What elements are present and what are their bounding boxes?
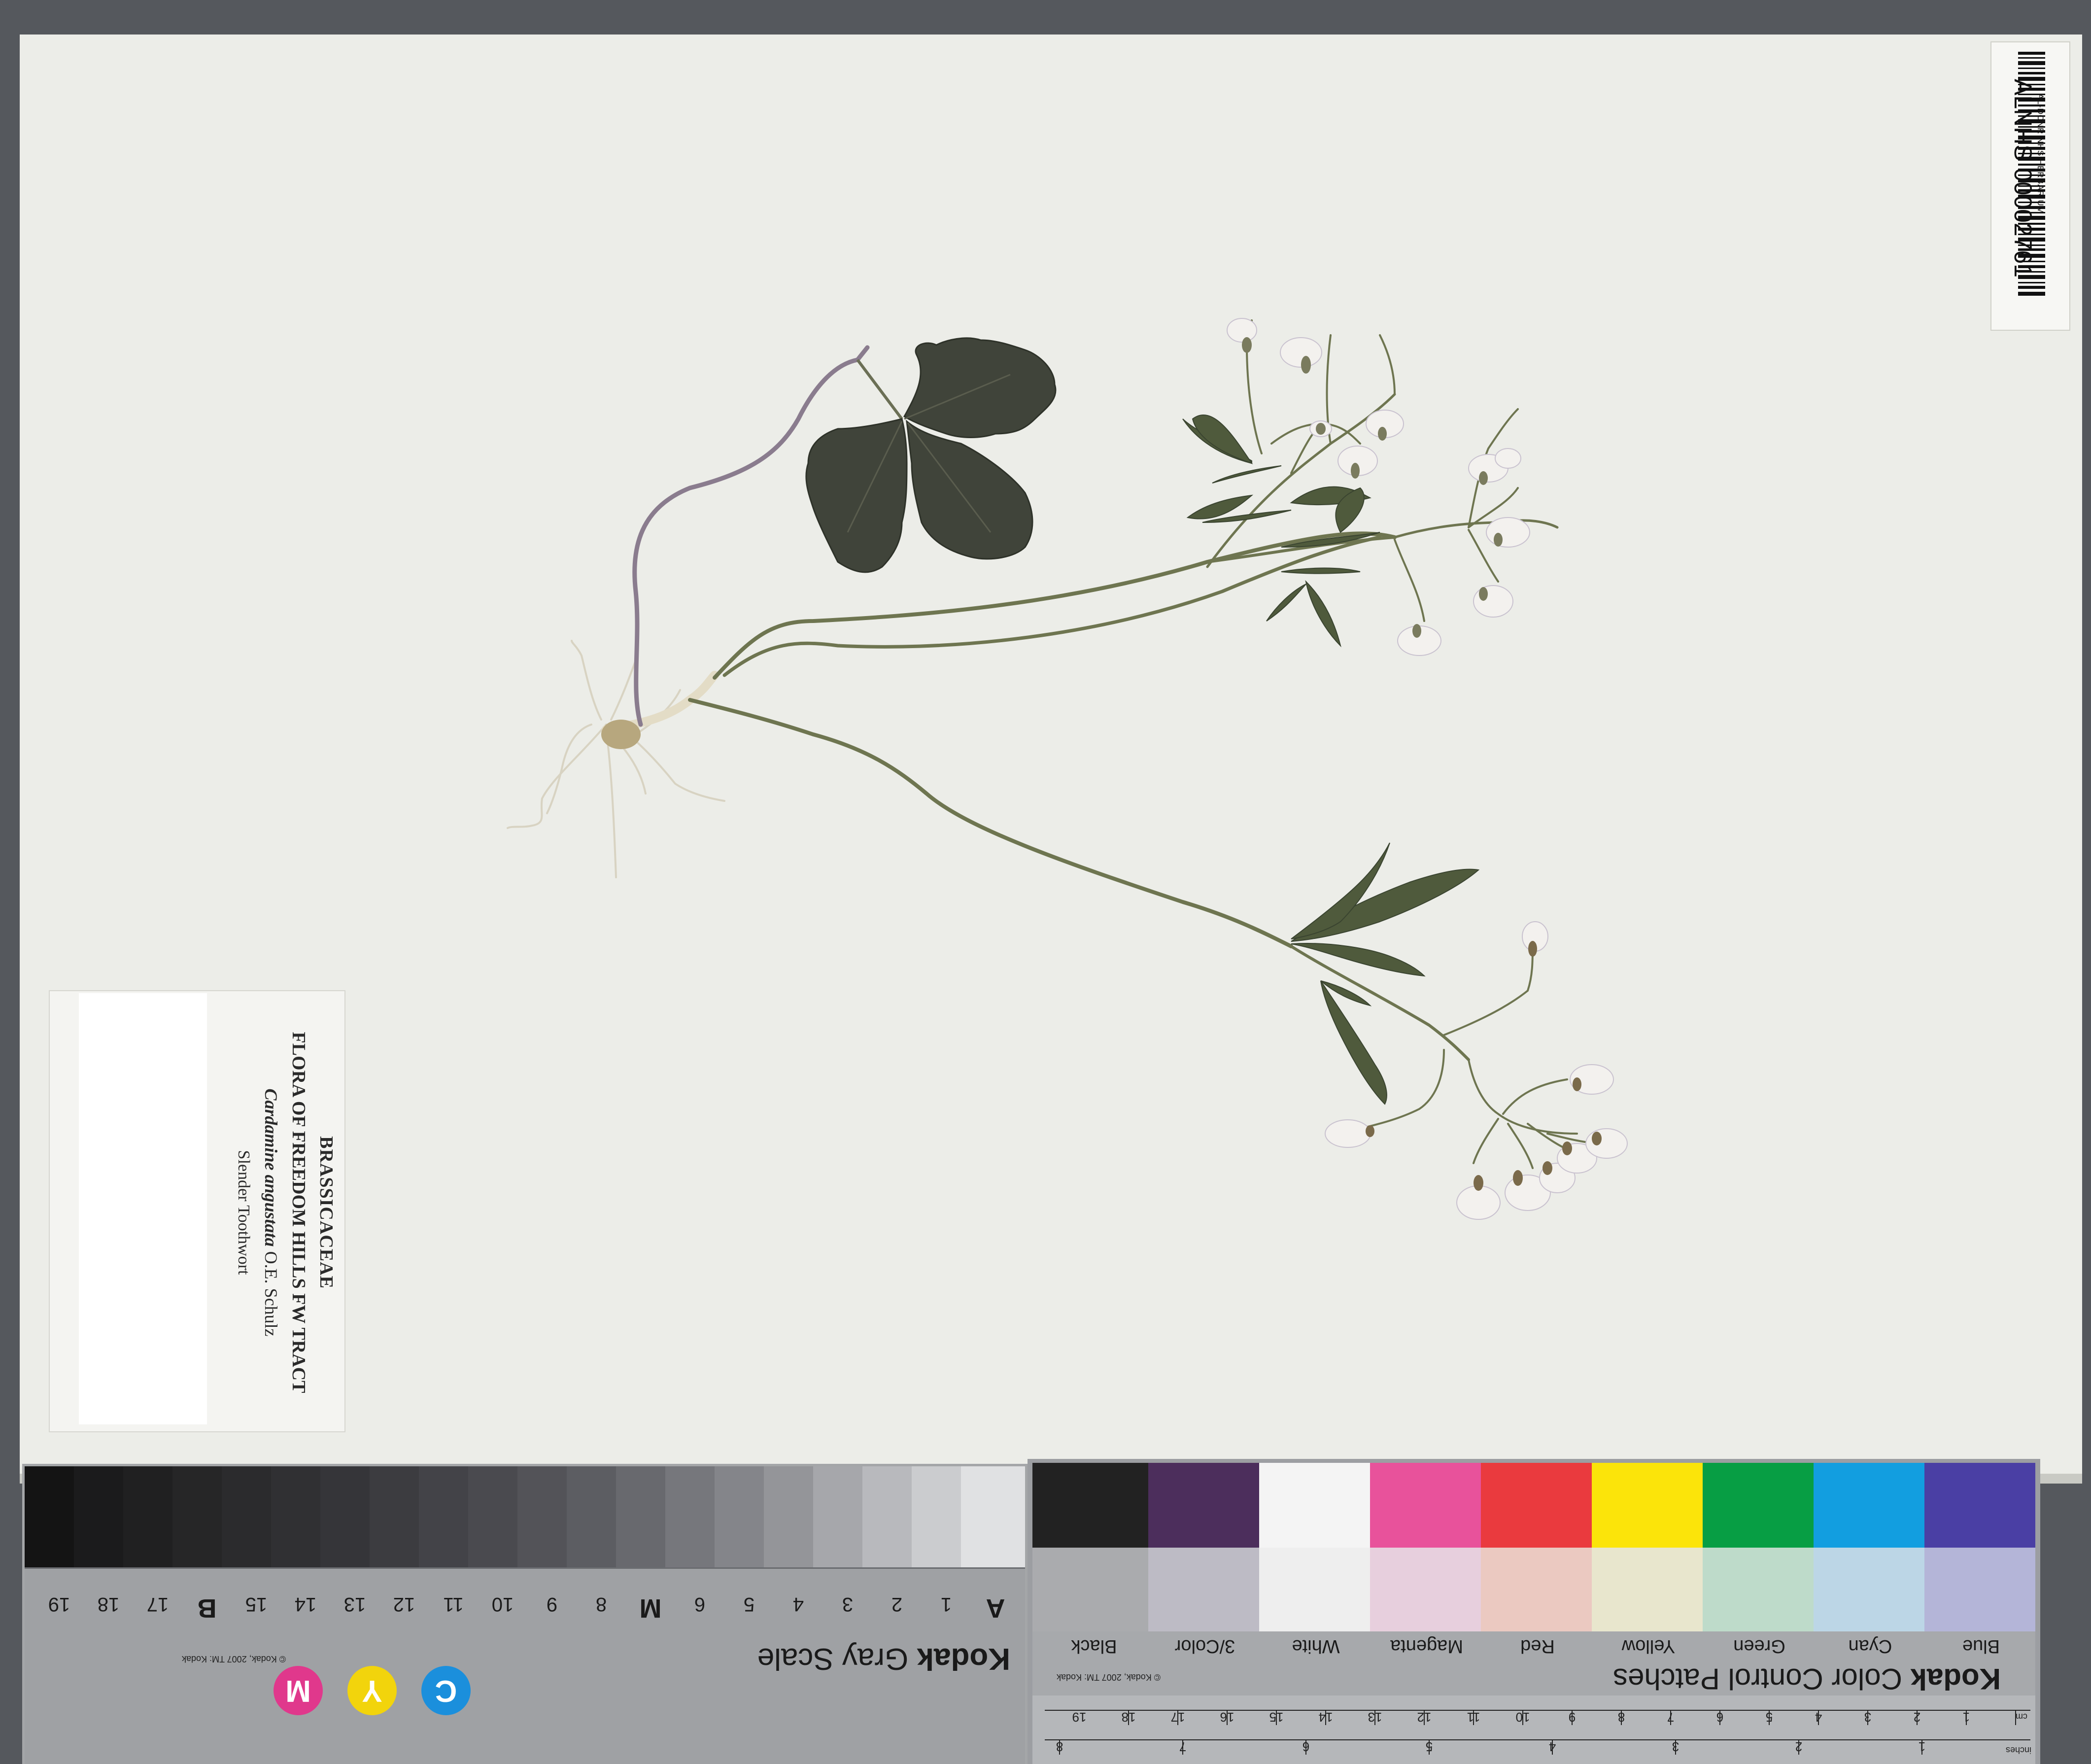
redacted-label-area (79, 993, 207, 1424)
color-patches-title: Kodak Color Control Patches (1557, 1662, 2001, 1696)
gray-scale-title: Kodak Gray Scale (715, 1641, 1010, 1676)
specimen-scene (0, 0, 2091, 1764)
ruler-cm-label: 17 (1170, 1710, 1185, 1725)
ruler-cm-label: 9 (1568, 1710, 1576, 1725)
ruler-inch-label: 7 (1179, 1739, 1187, 1754)
gray-step-label: 11 (443, 1593, 464, 1615)
gray-step-label: 3 (842, 1593, 854, 1615)
gray-step-label: 12 (393, 1593, 415, 1615)
ruler-inch-label: 8 (1056, 1739, 1063, 1754)
taxon-name: Cardamine angustata (261, 1088, 281, 1247)
patch-label: 3/Color (1174, 1636, 1235, 1657)
ruler-cm-label: 4 (1815, 1710, 1822, 1725)
ruler-cm-label: 2 (1913, 1710, 1921, 1725)
patch-label: White (1292, 1636, 1340, 1657)
ruler-inch-label: 3 (1672, 1739, 1680, 1754)
ruler-cm-label: 18 (1121, 1710, 1136, 1725)
specimen-label: BRASSICACEAE FLORA OF FREEDOM HILLS FW T… (230, 1001, 340, 1424)
color-patches (1032, 1463, 2035, 1631)
gray-step-label: 13 (343, 1593, 366, 1615)
ruler-cm-label: 10 (1515, 1710, 1530, 1725)
ruler-inch-label: 4 (1548, 1739, 1556, 1754)
gray-step-label: 5 (743, 1593, 755, 1615)
taxon-line: Cardamine angustata O.E. Schulz (257, 1001, 285, 1424)
ruler-cm-label: 15 (1269, 1710, 1284, 1725)
gray-step-label: 19 (48, 1593, 70, 1615)
gray-scale-title-text: Gray Scale (757, 1642, 909, 1676)
patch-label: Red (1520, 1636, 1555, 1657)
yellow-target-icon: Y (347, 1666, 397, 1715)
gray-step-label: M (639, 1593, 662, 1623)
gray-step-label: 8 (595, 1593, 607, 1615)
ruler-cm-label: 1 (1962, 1710, 1970, 1725)
patch-label: Yellow (1621, 1636, 1676, 1657)
gray-step-label: B (197, 1593, 217, 1623)
ruler-unit-cm: cm (2016, 1712, 2027, 1722)
ruler-inch-label: 1 (1918, 1739, 1926, 1754)
gray-scale-copyright: © Kodak, 2007 TM: Kodak (181, 1654, 286, 1664)
ruler-inch-label: 2 (1795, 1739, 1803, 1754)
ruler-inch-label: 6 (1302, 1739, 1310, 1754)
color-patches-copyright: © Kodak, 2007 TM: Kodak (1056, 1672, 1161, 1682)
gray-scale-steps (25, 1466, 1025, 1567)
patch-label: Black (1071, 1636, 1117, 1657)
kodak-brand: Kodak (1910, 1662, 2001, 1695)
ruler-cm-label: 7 (1667, 1710, 1675, 1725)
patch-label: Cyan (1848, 1636, 1892, 1657)
gray-step-label: 10 (491, 1593, 514, 1615)
gray-step-label: 14 (294, 1593, 317, 1615)
magenta-target-icon: M (274, 1666, 323, 1715)
gray-step-label: 15 (245, 1593, 268, 1615)
patch-label: Green (1733, 1636, 1785, 1657)
gray-step-label: 9 (546, 1593, 558, 1615)
family-name: BRASSICACEAE (316, 1136, 337, 1289)
ruler-cm-label: 14 (1318, 1710, 1333, 1725)
gray-step-label: 2 (891, 1593, 903, 1615)
color-patches-title-text: Color Control Patches (1613, 1662, 1902, 1695)
ruler-cm-label: 11 (1467, 1710, 1480, 1725)
gray-step-label: 17 (146, 1593, 169, 1615)
common-name: Slender Toothwort (235, 1150, 253, 1275)
gray-step-label: 4 (792, 1593, 804, 1615)
patch-label: Magenta (1390, 1636, 1463, 1657)
gray-step-label: 6 (694, 1593, 706, 1615)
gray-step-label: 18 (97, 1593, 120, 1615)
patch-label: Blue (1962, 1636, 2000, 1657)
ruler-cm-label: 3 (1864, 1710, 1872, 1725)
taxon-author: O.E. Schulz (261, 1251, 281, 1337)
barcode-text: AL-DCNR NHS HERBARIUM ALNHS 00002761 (2009, 79, 2045, 277)
ruler-cm-label: 16 (1220, 1710, 1234, 1725)
project-name: FLORA OF FREEDOM HILLS FW TRACT (288, 1032, 309, 1393)
gray-step-label: 1 (940, 1593, 952, 1615)
ruler-cm-label: 5 (1765, 1710, 1773, 1725)
ruler-cm-label: 13 (1368, 1710, 1382, 1725)
cyan-target-icon: C (421, 1666, 471, 1715)
ruler-unit-inches: inches (2006, 1745, 2032, 1755)
ruler-cm-label: 19 (1072, 1710, 1087, 1725)
kodak-brand: Kodak (917, 1642, 1010, 1676)
gray-step-label: A (986, 1593, 1005, 1623)
ruler-cm-label: 8 (1617, 1710, 1625, 1725)
barcode-number: ALNHS 00002761 (2009, 79, 2037, 278)
ruler-inch-label: 5 (1425, 1739, 1433, 1754)
ruler-cm-label: 6 (1716, 1710, 1724, 1725)
ruler-cm-label: 12 (1417, 1710, 1432, 1725)
